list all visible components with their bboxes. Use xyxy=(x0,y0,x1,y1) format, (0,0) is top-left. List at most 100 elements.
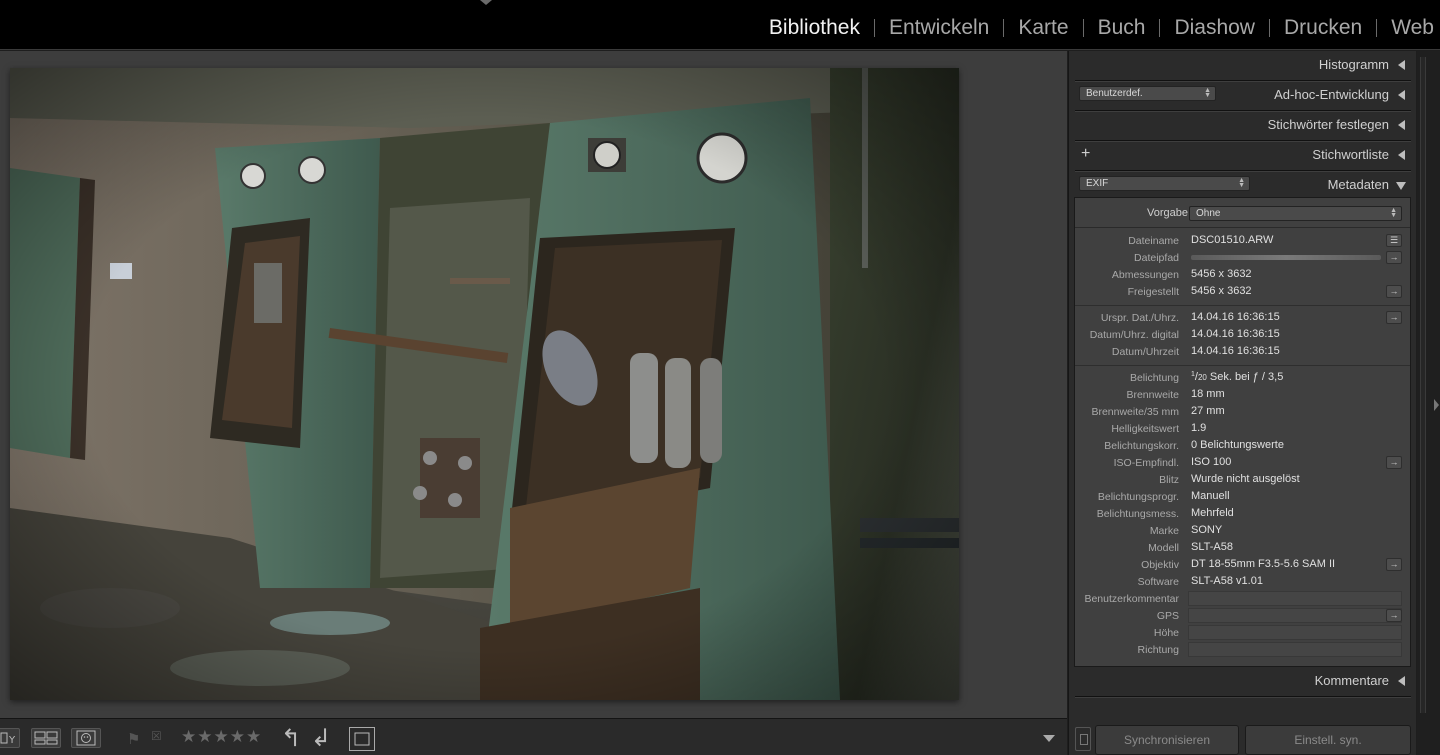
metadata-value: Mehrfeld xyxy=(1191,507,1234,519)
metadata-row: Helligkeitswert 1.9 xyxy=(1075,421,1410,438)
metadata-row: Belichtungskorr. 0 Belichtungswerte xyxy=(1075,438,1410,455)
metadata-key: Software xyxy=(1137,576,1179,588)
quick-develop-title: Ad-hoc-Entwicklung xyxy=(1274,87,1389,102)
metadata-key: Datum/Uhrzeit xyxy=(1111,346,1179,358)
metadata-row: Dateiname DSC01510.ARW ☰ xyxy=(1075,233,1410,250)
metadata-row: Höhe xyxy=(1075,625,1410,642)
metadata-key: Urspr. Dat./Uhrz. xyxy=(1100,312,1179,324)
metadata-row: Freigestellt 5456 x 3632 → xyxy=(1075,284,1410,301)
module-bibliothek[interactable]: Bibliothek xyxy=(755,15,874,41)
grid-view-button[interactable]: Y xyxy=(0,728,20,748)
go-arrow-icon[interactable]: → xyxy=(1386,311,1402,324)
flag-icon[interactable]: ⚑ xyxy=(127,730,140,748)
rotate-right-icon[interactable]: ↲ xyxy=(311,724,331,753)
metadata-key: Brennweite xyxy=(1126,389,1179,401)
go-arrow-icon[interactable]: → xyxy=(1386,558,1402,571)
sync-button[interactable]: Synchronisieren xyxy=(1095,725,1239,755)
metadata-key: Belichtungskorr. xyxy=(1104,440,1179,452)
keyword-list-panel-header[interactable]: + Stichwortliste xyxy=(1075,141,1411,172)
metadata-empty-field[interactable] xyxy=(1188,625,1402,640)
exposure-value: 1/20 Sek. bei ƒ / 3,5 xyxy=(1191,371,1284,383)
go-arrow-icon[interactable]: → xyxy=(1386,609,1402,622)
loupe-view xyxy=(0,51,1067,718)
metadata-key: Datum/Uhrz. digital xyxy=(1089,329,1179,341)
keywording-panel-header[interactable]: Stichwörter festlegen xyxy=(1075,111,1411,142)
people-view-button[interactable] xyxy=(71,728,101,748)
metadata-preset-select[interactable]: Ohne ▲ ▼ xyxy=(1189,206,1402,221)
sync-buttons: Synchronisieren Einstell. syn. xyxy=(1068,721,1416,755)
module-buch[interactable]: Buch xyxy=(1084,15,1160,41)
go-arrow-icon[interactable]: → xyxy=(1386,456,1402,469)
metadata-value: DT 18-55mm F3.5-5.6 SAM II xyxy=(1191,558,1336,570)
metadata-key: Dateiname xyxy=(1128,235,1179,247)
metadata-row: Brennweite/35 mm 27 mm xyxy=(1075,404,1410,421)
scrollbar-thumb[interactable] xyxy=(1420,57,1426,713)
grid-view-icon: Y xyxy=(0,732,16,746)
quick-develop-panel-header[interactable]: Benutzerdef. ▲ ▼ Ad-hoc-Entwicklung xyxy=(1075,81,1411,112)
module-diashow[interactable]: Diashow xyxy=(1160,15,1269,41)
metadata-preset-row: Vorgabe Ohne ▲ ▼ xyxy=(1075,198,1410,228)
go-arrow-icon[interactable]: → xyxy=(1386,285,1402,298)
updown-arrows-icon: ▲ ▼ xyxy=(1238,177,1245,189)
metadata-panel: Vorgabe Ohne ▲ ▼ Dateiname DSC01510.ARW ☰ Da… xyxy=(1074,197,1411,667)
metadata-empty-field[interactable] xyxy=(1188,591,1402,606)
sync-settings-button[interactable]: Einstell. syn. xyxy=(1245,725,1411,755)
comments-title: Kommentare xyxy=(1314,673,1389,688)
metadata-empty-field[interactable] xyxy=(1188,642,1402,657)
metadata-set-select[interactable]: EXIF ▲ ▼ xyxy=(1079,176,1250,191)
metadata-empty-field[interactable] xyxy=(1188,608,1402,623)
metadata-key: Blitz xyxy=(1159,474,1179,486)
metadata-key: Dateipfad xyxy=(1134,252,1179,264)
metadata-row: Benutzerkommentar xyxy=(1075,591,1410,608)
keyword-list-title: Stichwortliste xyxy=(1312,147,1389,162)
metadata-key: Belichtungsmess. xyxy=(1096,508,1179,520)
metadata-value: 5456 x 3632 xyxy=(1191,268,1252,280)
panel-scrollbar[interactable] xyxy=(1417,51,1440,755)
histogram-title: Histogramm xyxy=(1318,57,1389,72)
histogram-panel-header[interactable]: Histogramm xyxy=(1075,51,1411,82)
collapsed-triangle-icon xyxy=(1398,150,1405,160)
module-picker: Bibliothek Entwickeln Karte Buch Diashow Druc… xyxy=(0,0,1440,50)
crop-icon[interactable] xyxy=(349,727,375,751)
star-rating[interactable]: ★★★★★ xyxy=(181,727,262,747)
lock-icon[interactable] xyxy=(1075,727,1091,751)
file-path-value[interactable] xyxy=(1191,255,1381,260)
metadata-row-exposure: Belichtung 1/20 Sek. bei ƒ / 3,5 xyxy=(1075,370,1410,387)
crop-frame-icon xyxy=(354,732,370,746)
module-list: Bibliothek Entwickeln Karte Buch Diashow Druc… xyxy=(755,15,1440,41)
metadata-row: ISO-Empfindl. ISO 100 → xyxy=(1075,455,1410,472)
quick-develop-preset-select[interactable]: Benutzerdef. ▲ ▼ xyxy=(1079,86,1216,101)
module-entwickeln[interactable]: Entwickeln xyxy=(875,15,1003,41)
metadata-value: 0 Belichtungswerte xyxy=(1191,439,1284,451)
rotate-left-icon[interactable]: ↰ xyxy=(281,724,301,753)
identity-plate-toggle[interactable] xyxy=(480,0,492,5)
module-web[interactable]: Web xyxy=(1377,15,1440,41)
toolbar-menu-chevron-icon[interactable] xyxy=(1043,735,1055,742)
comments-panel-header[interactable]: Kommentare xyxy=(1075,667,1411,698)
metadata-value: Wurde nicht ausgelöst xyxy=(1191,473,1300,485)
module-drucken[interactable]: Drucken xyxy=(1270,15,1376,41)
metadata-key: Belichtungsprogr. xyxy=(1097,491,1179,503)
collapse-panel-triangle-icon[interactable] xyxy=(1434,399,1439,411)
list-icon[interactable]: ☰ xyxy=(1386,234,1402,247)
metadata-value: 14.04.16 16:36:15 xyxy=(1191,345,1280,357)
expanded-triangle-icon xyxy=(1396,182,1406,190)
add-keyword-icon[interactable]: + xyxy=(1081,145,1090,163)
metadata-row: Dateipfad → xyxy=(1075,250,1410,267)
collapsed-triangle-icon xyxy=(1398,120,1405,130)
metadata-value: SLT-A58 xyxy=(1191,541,1233,553)
lightroom-window: Bibliothek Entwickeln Karte Buch Diashow Druc… xyxy=(0,0,1440,755)
module-karte[interactable]: Karte xyxy=(1004,15,1082,41)
compare-view-button[interactable] xyxy=(31,728,61,748)
collapsed-triangle-icon xyxy=(1398,90,1405,100)
metadata-key: Brennweite/35 mm xyxy=(1091,406,1179,418)
keywording-title: Stichwörter festlegen xyxy=(1267,117,1389,132)
go-arrow-icon[interactable]: → xyxy=(1386,251,1402,264)
photo-preview[interactable] xyxy=(10,68,959,700)
metadata-row: Objektiv DT 18-55mm F3.5-5.6 SAM II → xyxy=(1075,557,1410,574)
metadata-key: Marke xyxy=(1149,525,1179,537)
metadata-value: 18 mm xyxy=(1191,388,1225,400)
metadata-row: Datum/Uhrz. digital 14.04.16 16:36:15 xyxy=(1075,327,1410,344)
reject-flag-icon[interactable]: ☒ xyxy=(151,729,162,743)
metadata-row: Marke SONY xyxy=(1075,523,1410,540)
